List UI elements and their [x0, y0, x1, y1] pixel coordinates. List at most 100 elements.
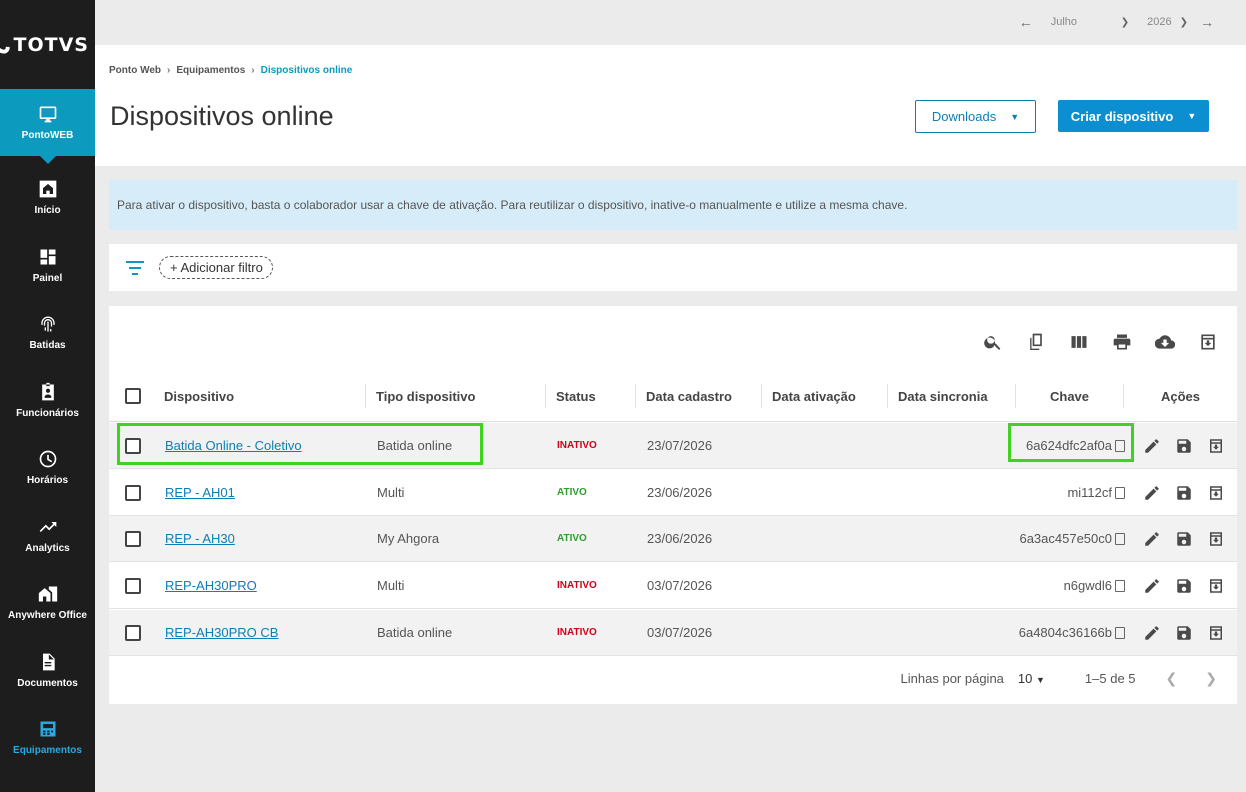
save-icon[interactable]: [1175, 530, 1193, 548]
home-icon: [39, 180, 56, 198]
col-status[interactable]: Status: [546, 384, 636, 408]
chevron-down-icon[interactable]: ❯: [1121, 17, 1129, 28]
edit-icon[interactable]: [1143, 437, 1161, 455]
copy-key-icon[interactable]: [1115, 579, 1125, 592]
search-button[interactable]: [971, 330, 1014, 354]
filter-icon[interactable]: [125, 260, 145, 275]
row-checkbox[interactable]: [124, 530, 141, 547]
clock-icon: [39, 450, 56, 468]
col-sincronia[interactable]: Data sincronia: [888, 384, 1016, 408]
row-select-cell: [109, 470, 154, 515]
save-icon[interactable]: [1175, 577, 1193, 595]
rows-per-page-select[interactable]: 10 ▼: [1018, 671, 1045, 686]
edit-icon[interactable]: [1143, 577, 1161, 595]
row-checkbox[interactable]: [124, 624, 141, 641]
top-bar: ← Julho ❯ 2026 ❯ →: [95, 0, 1246, 45]
status-badge: ATIVO: [557, 533, 587, 544]
table-row: REP - AH01 Multi ATIVO 23/06/2026 mi112c…: [109, 470, 1237, 516]
copy-key-icon[interactable]: [1115, 532, 1125, 545]
edit-icon[interactable]: [1143, 484, 1161, 502]
row-checkbox[interactable]: [124, 484, 141, 501]
copy-key-icon[interactable]: [1115, 626, 1125, 639]
downloads-button[interactable]: Downloads ▼: [915, 100, 1036, 133]
sidebar-item-funcionarios[interactable]: Funcionários: [0, 367, 95, 435]
date-sincronia: [888, 470, 1016, 515]
col-cadastro[interactable]: Data cadastro: [636, 384, 762, 408]
sidebar-item-label: Painel: [32, 272, 63, 284]
col-tipo[interactable]: Tipo dispositivo: [366, 384, 546, 408]
sidebar: TOTVS PontoWEB Início Painel Batidas Fun…: [0, 0, 95, 792]
save-icon[interactable]: [1175, 624, 1193, 642]
sidebar-item-label: Horários: [26, 475, 69, 487]
device-type: My Ahgora: [377, 531, 440, 546]
month-select[interactable]: Julho: [1051, 16, 1121, 28]
home-work-icon: [38, 586, 57, 602]
row-checkbox[interactable]: [124, 577, 141, 594]
sidebar-item-equipamentos[interactable]: Equipamentos: [0, 704, 95, 772]
search-icon: [983, 336, 1000, 350]
sidebar-item-painel[interactable]: Painel: [0, 232, 95, 300]
archive-icon[interactable]: [1207, 624, 1225, 642]
rows-per-page-label: Linhas por página: [900, 670, 1004, 686]
module-pontoweb[interactable]: PontoWEB: [0, 89, 95, 164]
info-banner: Para ativar o dispositivo, basta o colab…: [109, 180, 1237, 230]
next-page-icon[interactable]: ❯: [1205, 670, 1217, 687]
edit-icon[interactable]: [1143, 624, 1161, 642]
sidebar-item-anywhere-office[interactable]: Anywhere Office: [0, 569, 95, 637]
breadcrumb: Ponto Web › Equipamentos › Dispositivos onli…: [109, 65, 352, 76]
archive-icon[interactable]: [1207, 484, 1225, 502]
device-link[interactable]: REP - AH30: [165, 531, 235, 546]
activation-key-cell: n6gwdl6: [1016, 563, 1127, 608]
col-chave[interactable]: Chave: [1016, 384, 1124, 408]
cloud-download-button[interactable]: [1143, 330, 1186, 354]
sidebar-item-label: Anywhere Office: [8, 610, 87, 622]
sidebar-item-analytics[interactable]: Analytics: [0, 502, 95, 570]
sidebar-item-label: Batidas: [29, 340, 66, 352]
caret-down-icon: ▼: [1036, 674, 1045, 685]
copy-button[interactable]: [1014, 330, 1057, 354]
create-device-button[interactable]: Criar dispositivo ▼: [1058, 100, 1209, 132]
activation-key-cell: mi112cf: [1016, 470, 1127, 515]
totvs-logo: TOTVS: [0, 0, 89, 89]
activation-key: n6gwdl6: [1063, 578, 1112, 593]
row-select-cell: [109, 610, 154, 655]
sidebar-item-batidas[interactable]: Batidas: [0, 299, 95, 367]
prev-page-icon[interactable]: ❮: [1166, 670, 1178, 687]
pagination: Linhas por página 10 ▼ 1–5 de 5 ❮ ❯: [109, 658, 1237, 698]
breadcrumb-ponto-web[interactable]: Ponto Web: [109, 65, 161, 76]
save-icon[interactable]: [1175, 484, 1193, 502]
copy-key-icon[interactable]: [1115, 486, 1125, 499]
select-all-checkbox[interactable]: [124, 388, 141, 404]
year-select[interactable]: 2026: [1147, 16, 1171, 28]
print-button[interactable]: [1100, 330, 1143, 354]
columns-button[interactable]: [1057, 330, 1100, 354]
chevron-down-icon[interactable]: ❯: [1180, 17, 1188, 28]
row-actions: [1127, 563, 1237, 608]
save-icon[interactable]: [1175, 437, 1193, 455]
date-sincronia: [888, 423, 1016, 468]
arrow-left-icon[interactable]: ←: [1019, 14, 1033, 30]
create-device-label: Criar dispositivo: [1070, 108, 1174, 124]
col-ativacao[interactable]: Data ativação: [762, 384, 888, 408]
device-link[interactable]: REP-AH30PRO CB: [165, 625, 278, 640]
device-link[interactable]: REP - AH01: [165, 485, 235, 500]
device-link[interactable]: REP-AH30PRO: [165, 578, 257, 593]
breadcrumb-separator: ›: [167, 65, 171, 76]
add-filter-button[interactable]: + Adicionar filtro: [159, 256, 273, 279]
archive-icon[interactable]: [1207, 577, 1225, 595]
activation-key: 6a3ac457e50c0: [1019, 531, 1112, 546]
sidebar-item-horarios[interactable]: Horários: [0, 434, 95, 502]
table-toolbar: [971, 330, 1229, 354]
edit-icon[interactable]: [1143, 530, 1161, 548]
status-badge: ATIVO: [557, 487, 587, 498]
archive-icon[interactable]: [1207, 437, 1225, 455]
sidebar-item-documentos[interactable]: Documentos: [0, 637, 95, 705]
cloud-download-icon: [1154, 335, 1175, 349]
breadcrumb-equipamentos[interactable]: Equipamentos: [176, 65, 245, 76]
date-ativacao: [762, 423, 888, 468]
arrow-right-icon[interactable]: →: [1200, 14, 1214, 30]
archive-button[interactable]: [1186, 330, 1229, 354]
archive-icon[interactable]: [1207, 530, 1225, 548]
sidebar-item-inicio[interactable]: Início: [0, 164, 95, 232]
col-dispositivo[interactable]: Dispositivo: [154, 384, 366, 408]
